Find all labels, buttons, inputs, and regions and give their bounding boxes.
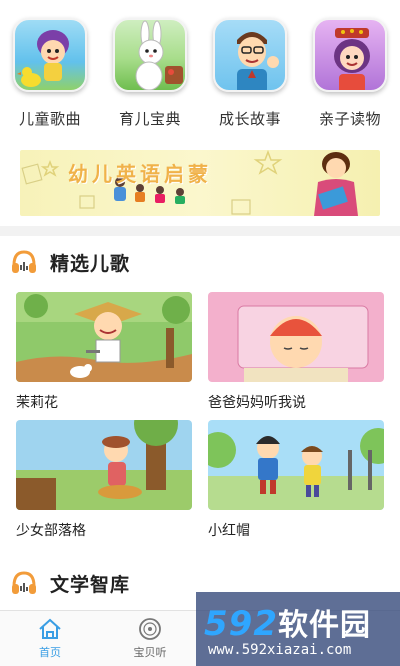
watermark-number: 592: [204, 604, 278, 644]
family-reading-icon: [313, 18, 387, 92]
song-thumbnail: [16, 420, 192, 510]
watermark-text: 软件园: [277, 608, 371, 643]
song-card[interactable]: 少女部落格: [16, 420, 192, 540]
nav-listen[interactable]: 宝贝听: [100, 611, 200, 666]
banner-title: 幼儿英语启蒙: [68, 162, 212, 186]
section-title: 精选儿歌: [50, 252, 131, 275]
nav-label: 首页: [39, 646, 61, 659]
category-grid: 儿童歌曲 育儿宝典 成长故事 亲子读物: [0, 18, 400, 138]
parenting-guide-icon: [113, 18, 187, 92]
category-label: 育儿宝典: [118, 110, 181, 128]
section-header-library: 文学智库: [10, 568, 130, 598]
song-card[interactable]: 茉莉花: [16, 292, 192, 412]
watermark-url: www.592xiazai.com: [208, 642, 352, 658]
song-card[interactable]: 爸爸妈妈听我说: [208, 292, 384, 412]
category-label: 儿童歌曲: [18, 110, 81, 128]
category-label: 成长故事: [218, 110, 281, 128]
headphones-icon: [12, 250, 36, 273]
category-growth-stories[interactable]: 成长故事: [200, 18, 300, 138]
english-banner[interactable]: 幼儿英语启蒙: [20, 150, 380, 216]
disc-icon: [139, 618, 161, 640]
home-icon: [39, 618, 61, 639]
song-thumbnail: [208, 420, 384, 510]
category-family-reading[interactable]: 亲子读物: [300, 18, 400, 138]
section-header-songs: 精选儿歌: [10, 247, 130, 277]
watermark: 592软件园 www.592xiazai.com: [196, 592, 400, 666]
category-kids-songs[interactable]: 儿童歌曲: [0, 18, 100, 138]
watermark-brand: 592软件园: [204, 600, 371, 644]
song-title: 茉莉花: [16, 395, 58, 411]
headphones-icon: [12, 571, 36, 594]
song-title: 少女部落格: [16, 523, 86, 539]
section-title: 文学智库: [50, 573, 131, 596]
song-card[interactable]: 小红帽: [208, 420, 384, 540]
kids-songs-icon: [13, 18, 87, 92]
category-label: 亲子读物: [318, 110, 381, 128]
song-thumbnail: [208, 292, 384, 382]
song-thumbnail: [16, 292, 192, 382]
song-title: 小红帽: [208, 523, 250, 539]
growth-stories-icon: [213, 18, 287, 92]
song-title: 爸爸妈妈听我说: [208, 395, 306, 411]
nav-label: 宝贝听: [133, 646, 167, 659]
category-parenting[interactable]: 育儿宝典: [100, 18, 200, 138]
section-divider: [0, 226, 400, 236]
nav-home[interactable]: 首页: [0, 611, 100, 666]
